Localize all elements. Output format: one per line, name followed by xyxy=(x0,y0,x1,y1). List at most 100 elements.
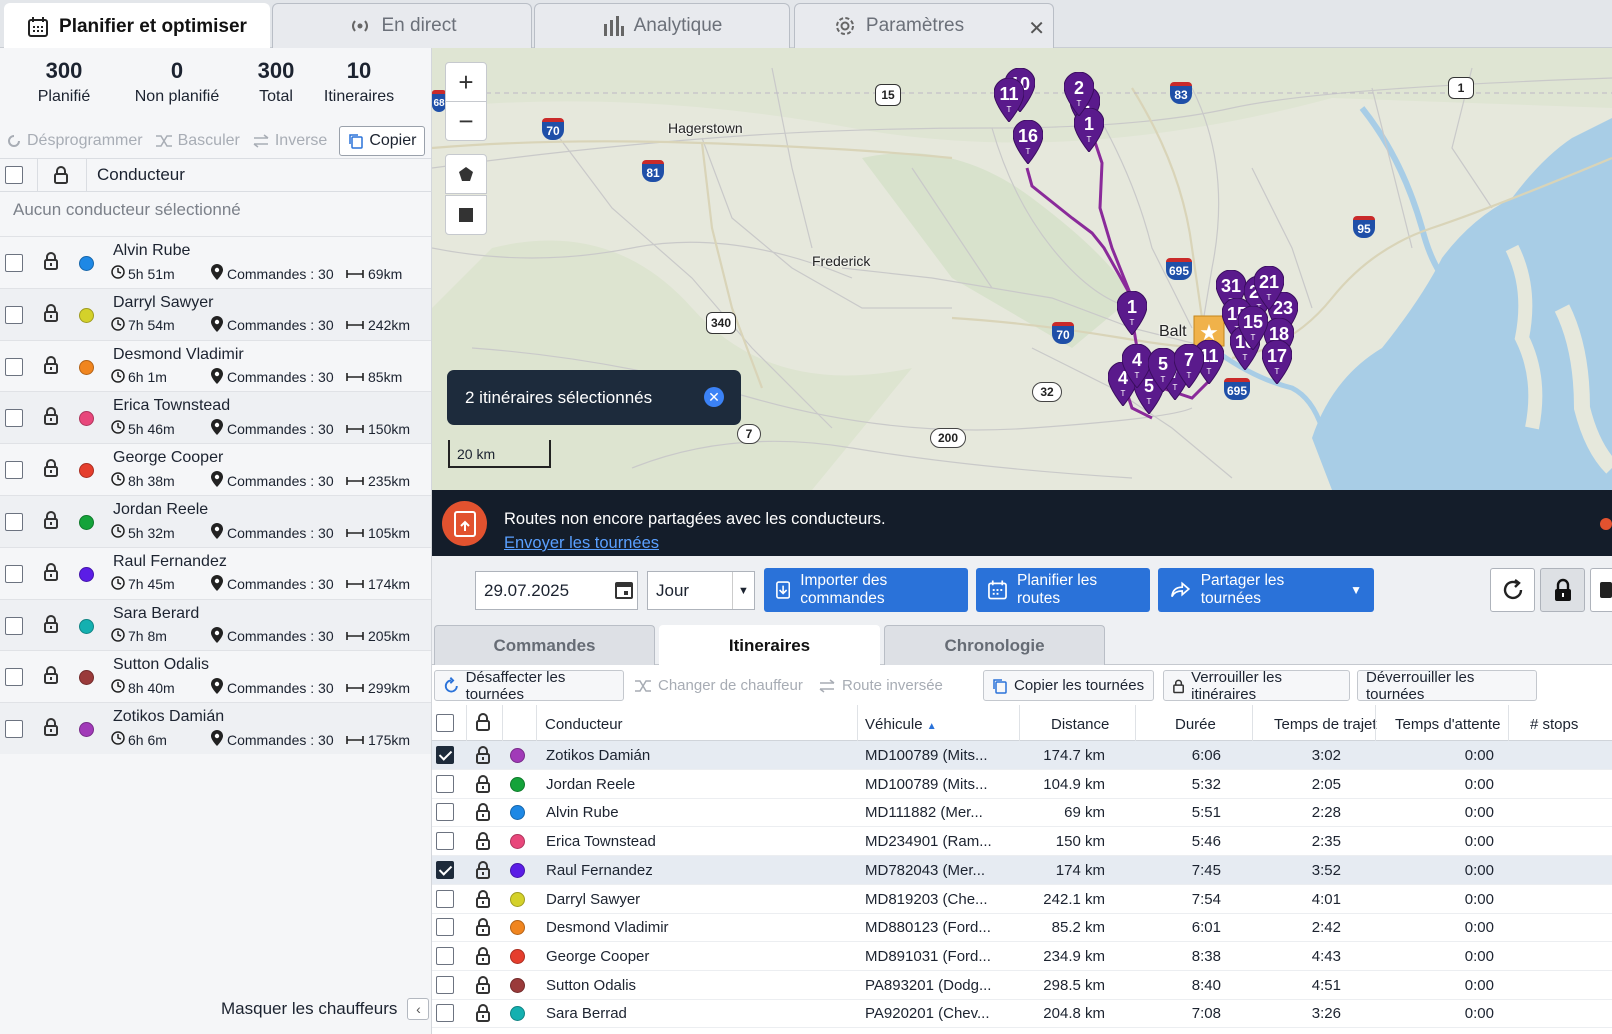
driver-row[interactable]: George Cooper 8h 38m Commandes : 30 235km xyxy=(0,443,431,495)
unlock-routes-button[interactable]: Déverrouiller les tournées xyxy=(1357,669,1537,703)
table-row[interactable]: Sara Berrad PA920201 (Chev... 204.8 km 7:08… xyxy=(432,999,1612,1029)
lock-icon[interactable] xyxy=(474,946,492,970)
route-stop-pin[interactable]: 15T xyxy=(1238,306,1268,350)
route-stop-pin[interactable]: 7T xyxy=(1174,344,1204,388)
reverse-button[interactable]: Inverse xyxy=(252,132,327,150)
draw-rectangle-button[interactable] xyxy=(445,195,487,235)
lock-icon[interactable] xyxy=(474,889,492,913)
driver-row[interactable]: Raul Fernandez 7h 45m Commandes : 30 174km xyxy=(0,546,431,599)
copy-routes-button[interactable]: Copier les tournées xyxy=(983,670,1154,701)
driver-checkbox[interactable] xyxy=(5,409,23,428)
tab-timeline[interactable]: Chronologie xyxy=(884,625,1105,665)
row-checkbox[interactable] xyxy=(436,860,454,879)
driver-checkbox[interactable] xyxy=(5,720,23,739)
driver-row[interactable]: Sara Berard 7h 8m Commandes : 30 205km xyxy=(0,598,431,651)
col-distance[interactable]: Distance xyxy=(1051,716,1109,733)
lock-icon[interactable] xyxy=(474,802,492,826)
calendar-icon[interactable] xyxy=(614,579,634,601)
tab-live[interactable]: En direct xyxy=(272,3,532,48)
col-duration[interactable]: Durée xyxy=(1175,716,1216,733)
lock-icon[interactable] xyxy=(474,860,492,884)
reverse-route-button[interactable]: Route inversée xyxy=(810,670,955,701)
zoom-in-button[interactable]: + xyxy=(445,62,487,102)
lock-icon[interactable] xyxy=(42,665,60,689)
more-button[interactable] xyxy=(1590,568,1612,612)
driver-row[interactable]: Desmond Vladimir 6h 1m Commandes : 30 85km xyxy=(0,339,431,392)
copy-button[interactable]: Copier xyxy=(339,126,426,156)
driver-row[interactable]: Zotikos Damián 6h 6m Commandes : 30 175km xyxy=(0,702,431,755)
driver-checkbox[interactable] xyxy=(5,668,23,687)
close-icon[interactable]: ✕ xyxy=(704,387,724,407)
driver-checkbox[interactable] xyxy=(5,357,23,376)
lock-icon[interactable] xyxy=(42,458,60,482)
unassign-routes-button[interactable]: Désaffecter les tournées xyxy=(434,669,624,703)
table-row[interactable]: Desmond Vladimir MD880123 (Ford... 85.2 km… xyxy=(432,913,1612,943)
col-travel-time[interactable]: Temps de trajet xyxy=(1274,716,1377,733)
col-driver[interactable]: Conducteur xyxy=(545,716,623,733)
switch-button[interactable]: Basculer xyxy=(155,132,240,150)
lock-icon[interactable] xyxy=(42,562,60,586)
table-row[interactable]: Alvin Rube MD111882 (Mer... 69 km 5:51 2:28 0… xyxy=(432,798,1612,828)
unschedule-button[interactable]: Désprogrammer xyxy=(6,132,143,150)
lock-icon[interactable] xyxy=(474,745,492,769)
row-checkbox[interactable] xyxy=(436,918,454,937)
driver-checkbox[interactable] xyxy=(5,513,23,531)
route-stop-pin[interactable]: 2T xyxy=(1064,72,1094,116)
row-checkbox[interactable] xyxy=(436,1004,454,1023)
lock-icon[interactable] xyxy=(474,917,492,941)
tab-orders[interactable]: Commandes xyxy=(434,625,655,665)
tab-routes[interactable]: Itineraires xyxy=(659,625,880,666)
table-row[interactable]: Sutton Odalis PA893201 (Dodg... 298.5 km 8:… xyxy=(432,971,1612,1000)
driver-checkbox[interactable] xyxy=(5,616,23,635)
close-tab-icon[interactable]: ✕ xyxy=(1028,16,1045,41)
date-field[interactable]: 29.07.2025 xyxy=(475,571,638,610)
row-checkbox[interactable] xyxy=(436,975,454,994)
row-checkbox[interactable] xyxy=(436,889,454,908)
table-row[interactable]: Jordan Reele MD100789 (Mits... 104.9 km 5:3… xyxy=(432,770,1612,799)
share-routes-button[interactable]: Partager les tournées ▼ xyxy=(1158,568,1374,612)
lock-icon[interactable] xyxy=(42,717,60,741)
plan-routes-button[interactable]: Planifier les routes xyxy=(976,568,1150,612)
lock-icon[interactable] xyxy=(42,251,60,275)
lock-icon[interactable] xyxy=(42,406,60,430)
select-all-routes-checkbox[interactable] xyxy=(436,714,454,732)
col-vehicle[interactable]: Véhicule ▲ xyxy=(865,716,937,733)
lock-icon[interactable] xyxy=(474,1003,492,1027)
lock-icon[interactable] xyxy=(42,355,60,379)
change-driver-button[interactable]: Changer de chauffeur xyxy=(626,670,816,701)
lock-icon[interactable] xyxy=(474,831,492,855)
tab-settings[interactable]: Paramètres ✕ xyxy=(794,3,1054,48)
select-all-checkbox[interactable] xyxy=(5,166,23,184)
row-checkbox[interactable] xyxy=(436,746,454,764)
lock-routes-button[interactable]: Verrouiller les itinéraires xyxy=(1163,669,1350,703)
driver-row[interactable]: Sutton Odalis 8h 40m Commandes : 30 299km xyxy=(0,650,431,702)
lock-icon[interactable] xyxy=(42,303,60,327)
row-checkbox[interactable] xyxy=(436,832,454,851)
driver-checkbox[interactable] xyxy=(5,254,23,272)
zoom-out-button[interactable]: − xyxy=(445,101,487,141)
period-select[interactable]: Jour ▼ xyxy=(647,571,755,610)
route-stop-pin[interactable]: 11 T xyxy=(994,78,1024,122)
table-row[interactable]: Erica Townstead MD234901 (Ram... 150 km 5:4… xyxy=(432,827,1612,857)
refresh-button[interactable] xyxy=(1490,568,1535,612)
lock-icon[interactable] xyxy=(42,614,60,638)
chevron-left-icon[interactable]: ‹ xyxy=(407,998,430,1020)
driver-row[interactable]: Jordan Reele 5h 32m Commandes : 30 105km xyxy=(0,495,431,547)
table-row[interactable]: Darryl Sawyer MD819203 (Che... 242.1 km 7:5… xyxy=(432,885,1612,914)
driver-checkbox[interactable] xyxy=(5,305,23,324)
row-checkbox[interactable] xyxy=(436,774,454,793)
send-routes-link[interactable]: Envoyer les tournées xyxy=(504,534,659,553)
driver-row[interactable]: Darryl Sawyer 7h 54m Commandes : 30 242km xyxy=(0,287,431,340)
lock-icon[interactable] xyxy=(474,712,492,732)
driver-checkbox[interactable] xyxy=(5,461,23,480)
table-row[interactable]: George Cooper MD891031 (Ford... 234.9 km 8:… xyxy=(432,942,1612,971)
draw-polygon-button[interactable] xyxy=(445,154,487,194)
route-stop-pin[interactable]: 21T xyxy=(1254,266,1284,310)
col-stops[interactable]: # stops xyxy=(1530,716,1578,733)
table-row[interactable]: Zotikos Damián MD100789 (Mits... 174.7 km 6… xyxy=(432,741,1612,770)
lock-icon[interactable] xyxy=(474,975,492,999)
route-stop-pin[interactable]: 1T xyxy=(1117,291,1147,335)
lock-icon[interactable] xyxy=(52,165,70,185)
col-wait-time[interactable]: Temps d'attente xyxy=(1395,716,1500,733)
driver-row[interactable]: Alvin Rube 5h 51m Commandes : 30 69km xyxy=(0,236,431,288)
